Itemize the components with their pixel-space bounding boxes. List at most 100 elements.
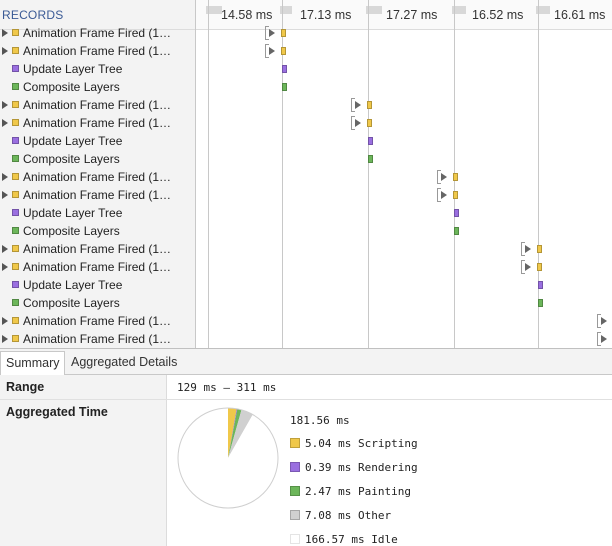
record-row[interactable]: Update Layer Tree [0,60,195,78]
record-label: Animation Frame Fired (1… [23,314,172,328]
summary-panel: Range 129 ms – 311 ms Aggregated Time 18… [0,375,612,546]
scripting-swatch-icon [12,47,19,54]
record-label: Animation Frame Fired (1… [23,188,172,202]
tab-aggregated-details[interactable]: Aggregated Details [66,351,182,375]
record-row[interactable]: Animation Frame Fired (1… [0,168,195,186]
scripting-swatch-icon [12,173,19,180]
summary-keys-column [0,375,167,546]
event-expand-icon[interactable] [355,119,361,127]
record-row[interactable]: Update Layer Tree [0,132,195,150]
scripting-event-bar[interactable] [537,263,542,271]
painting-event-bar[interactable] [538,299,543,307]
rendering-swatch-icon [12,209,19,216]
frame-boundary-line [368,0,369,348]
expand-arrow-icon[interactable] [2,263,8,271]
rendering-swatch-icon [12,65,19,72]
event-expand-icon[interactable] [601,335,607,343]
legend-label: 0.39 ms Rendering [305,461,418,474]
record-row[interactable]: Animation Frame Fired (1… [0,330,195,348]
record-label: Animation Frame Fired (1… [23,116,172,130]
scripting-event-bar[interactable] [281,29,286,37]
expand-arrow-icon[interactable] [2,173,8,181]
timeline-panel[interactable]: 14.58 ms 17.13 ms 17.27 ms 16.52 ms 16.61 ms [196,0,612,348]
painting-event-bar[interactable] [368,155,373,163]
painting-swatch-icon [12,155,19,162]
frame-boundary-line [538,0,539,348]
aggregated-time-label: Aggregated Time [6,405,108,419]
record-row[interactable]: Update Layer Tree [0,204,195,222]
record-row[interactable]: Animation Frame Fired (1… [0,312,195,330]
scripting-event-bar[interactable] [537,245,542,253]
summary-separator [0,399,612,400]
legend-label: 7.08 ms Other [305,509,392,522]
event-expand-icon[interactable] [601,317,607,325]
expand-arrow-icon[interactable] [2,29,8,37]
tab-summary[interactable]: Summary [0,351,66,375]
rendering-event-bar[interactable] [368,137,373,145]
scripting-event-bar[interactable] [367,101,372,109]
record-row[interactable]: Animation Frame Fired (1… [0,24,195,42]
scripting-swatch-icon [12,101,19,108]
scripting-event-bar[interactable] [453,191,458,199]
expand-arrow-icon[interactable] [2,335,8,343]
details-tabbar: Summary Aggregated Details [0,349,612,375]
scripting-event-bar[interactable] [281,47,286,55]
range-label: Range [6,380,45,394]
rendering-event-bar[interactable] [282,65,287,73]
record-label: Animation Frame Fired (1… [23,44,172,58]
record-row[interactable]: Update Layer Tree [0,276,195,294]
records-panel: RECORDS Animation Frame Fired (1… Animati… [0,0,196,348]
frame-boundary-line [208,0,209,348]
event-expand-icon[interactable] [525,245,531,253]
pie-slice [178,408,278,508]
frame-duration-label[interactable]: 16.61 ms [554,8,605,22]
expand-arrow-icon[interactable] [2,245,8,253]
aggregated-time-pie-chart [177,407,279,509]
event-expand-icon[interactable] [441,173,447,181]
event-expand-icon[interactable] [441,191,447,199]
frame-duration-label[interactable]: 17.13 ms [300,8,351,22]
legend-swatch-icon [290,438,300,448]
event-expand-icon[interactable] [525,263,531,271]
record-row[interactable]: Animation Frame Fired (1… [0,42,195,60]
expand-arrow-icon[interactable] [2,317,8,325]
record-row[interactable]: Animation Frame Fired (1… [0,240,195,258]
expand-arrow-icon[interactable] [2,101,8,109]
record-row[interactable]: Composite Layers [0,150,195,168]
record-row[interactable]: Composite Layers [0,294,195,312]
painting-event-bar[interactable] [282,83,287,91]
record-label: Animation Frame Fired (1… [23,26,172,40]
event-expand-icon[interactable] [269,29,275,37]
record-label: Update Layer Tree [23,206,123,220]
event-expand-icon[interactable] [355,101,361,109]
expand-arrow-icon[interactable] [2,47,8,55]
record-row[interactable]: Animation Frame Fired (1… [0,186,195,204]
timeline-top-area: RECORDS Animation Frame Fired (1… Animati… [0,0,612,348]
scripting-swatch-icon [12,317,19,324]
record-row[interactable]: Composite Layers [0,78,195,96]
frame-duration-label[interactable]: 16.52 ms [472,8,523,22]
painting-swatch-icon [12,83,19,90]
scripting-swatch-icon [12,263,19,270]
record-row[interactable]: Composite Layers [0,222,195,240]
legend-label: 2.47 ms Painting [305,485,411,498]
scripting-event-bar[interactable] [367,119,372,127]
record-row[interactable]: Animation Frame Fired (1… [0,258,195,276]
frame-duration-label[interactable]: 17.27 ms [386,8,437,22]
rendering-event-bar[interactable] [538,281,543,289]
scripting-event-bar[interactable] [453,173,458,181]
record-row[interactable]: Animation Frame Fired (1… [0,96,195,114]
legend-swatch-icon [290,510,300,520]
record-label: Animation Frame Fired (1… [23,332,172,346]
scripting-swatch-icon [12,119,19,126]
scripting-swatch-icon [12,29,19,36]
frame-duration-label[interactable]: 14.58 ms [221,8,272,22]
scripting-swatch-icon [12,335,19,342]
expand-arrow-icon[interactable] [2,119,8,127]
painting-event-bar[interactable] [454,227,459,235]
rendering-event-bar[interactable] [454,209,459,217]
expand-arrow-icon[interactable] [2,191,8,199]
event-expand-icon[interactable] [269,47,275,55]
painting-swatch-icon [12,227,19,234]
record-row[interactable]: Animation Frame Fired (1… [0,114,195,132]
